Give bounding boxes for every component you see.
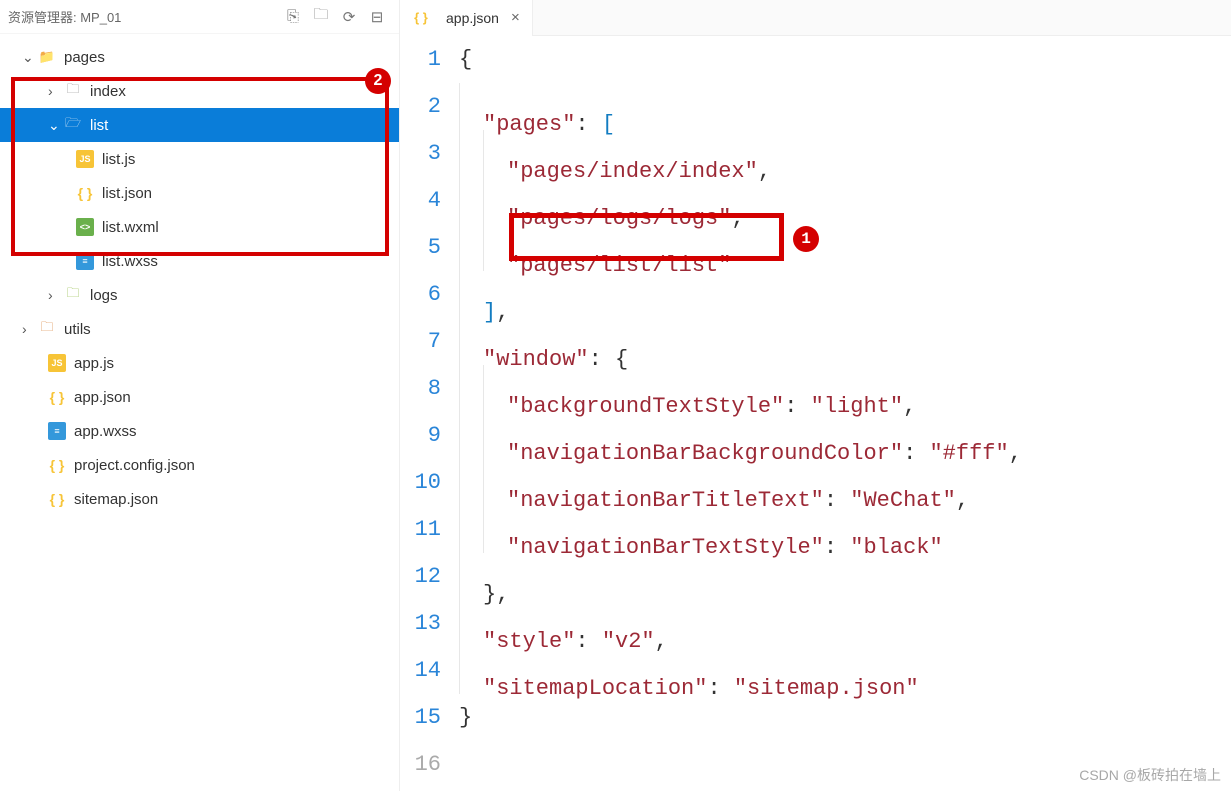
tree-file-app-wxss[interactable]: ≡ app.wxss	[0, 414, 399, 448]
file-explorer-sidebar: 资源管理器: MP_01 ⎘ 🗀 ⟳ ⊟ ⌄ 📁 pages › 🗀 index…	[0, 0, 400, 791]
folder-icon: 🗀	[64, 82, 82, 100]
explorer-title: 资源管理器: MP_01	[8, 7, 279, 26]
chevron-down-icon: ⌄	[22, 49, 36, 66]
tree-label: list.wxss	[102, 253, 158, 270]
tree-folder-list[interactable]: ⌄ 🗁 list	[0, 108, 399, 142]
line-gutter: 12345 678910 1112131415 16	[400, 36, 455, 791]
wxss-icon: ≡	[48, 422, 66, 440]
folder-icon: 📁	[38, 48, 56, 66]
tree-label: list	[90, 117, 108, 134]
list-group-wrapper: › 🗀 index ⌄ 🗁 list JS list.js { } list.j…	[0, 74, 399, 278]
wxml-icon: <>	[76, 218, 94, 236]
watermark: CSDN @板砖拍在墙上	[1079, 765, 1221, 785]
editor-pane: { } app.json × 12345 678910 1112131415 1…	[400, 0, 1231, 791]
tab-app-json[interactable]: { } app.json ×	[400, 0, 533, 36]
chevron-right-icon: ›	[48, 287, 62, 303]
tree-folder-index[interactable]: › 🗀 index	[0, 74, 399, 108]
explorer-header: 资源管理器: MP_01 ⎘ 🗀 ⟳ ⊟	[0, 0, 399, 34]
tree-file-sitemap[interactable]: { } sitemap.json	[0, 482, 399, 516]
new-file-icon[interactable]: ⎘	[283, 7, 303, 27]
code-editor[interactable]: 12345 678910 1112131415 16 { "pages": [ …	[400, 36, 1231, 791]
tree-label: project.config.json	[74, 457, 195, 474]
editor-tabs: { } app.json ×	[400, 0, 1231, 36]
file-tree: ⌄ 📁 pages › 🗀 index ⌄ 🗁 list JS list.js …	[0, 34, 399, 516]
tree-label: sitemap.json	[74, 491, 158, 508]
tree-label: app.js	[74, 355, 114, 372]
refresh-icon[interactable]: ⟳	[339, 7, 359, 27]
tree-file-list-json[interactable]: { } list.json	[0, 176, 399, 210]
tree-label: index	[90, 83, 126, 100]
js-icon: JS	[76, 150, 94, 168]
tree-file-list-wxml[interactable]: <> list.wxml	[0, 210, 399, 244]
close-icon[interactable]: ×	[511, 9, 520, 26]
tree-folder-pages[interactable]: ⌄ 📁 pages	[0, 40, 399, 74]
tree-file-app-js[interactable]: JS app.js	[0, 346, 399, 380]
new-folder-icon[interactable]: 🗀	[311, 7, 331, 27]
collapse-icon[interactable]: ⊟	[367, 7, 387, 27]
json-icon: { }	[412, 9, 430, 27]
tree-file-list-wxss[interactable]: ≡ list.wxss	[0, 244, 399, 278]
tree-label: list.js	[102, 151, 135, 168]
folder-icon: 🗀	[64, 286, 82, 304]
chevron-down-icon: ⌄	[48, 117, 62, 134]
json-icon: { }	[48, 388, 66, 406]
tree-label: app.wxss	[74, 423, 137, 440]
tree-label: pages	[64, 49, 105, 66]
chevron-right-icon: ›	[48, 83, 62, 99]
tree-file-app-json[interactable]: { } app.json	[0, 380, 399, 414]
js-icon: JS	[48, 354, 66, 372]
tree-folder-logs[interactable]: › 🗀 logs	[0, 278, 399, 312]
wxss-icon: ≡	[76, 252, 94, 270]
tree-label: list.wxml	[102, 219, 159, 236]
tree-folder-utils[interactable]: › 🗀 utils	[0, 312, 399, 346]
tree-label: list.json	[102, 185, 152, 202]
tree-label: utils	[64, 321, 91, 338]
json-icon: { }	[76, 184, 94, 202]
folder-open-icon: 🗁	[64, 116, 82, 134]
json-icon: { }	[48, 456, 66, 474]
json-icon: { }	[48, 490, 66, 508]
folder-icon: 🗀	[38, 320, 56, 338]
tree-file-project-config[interactable]: { } project.config.json	[0, 448, 399, 482]
tree-label: logs	[90, 287, 118, 304]
tree-file-list-js[interactable]: JS list.js	[0, 142, 399, 176]
tree-label: app.json	[74, 389, 131, 406]
tab-label: app.json	[446, 10, 499, 26]
code-body: { "pages": [ "pages/index/index", "pages…	[455, 36, 1231, 791]
chevron-right-icon: ›	[22, 321, 36, 337]
